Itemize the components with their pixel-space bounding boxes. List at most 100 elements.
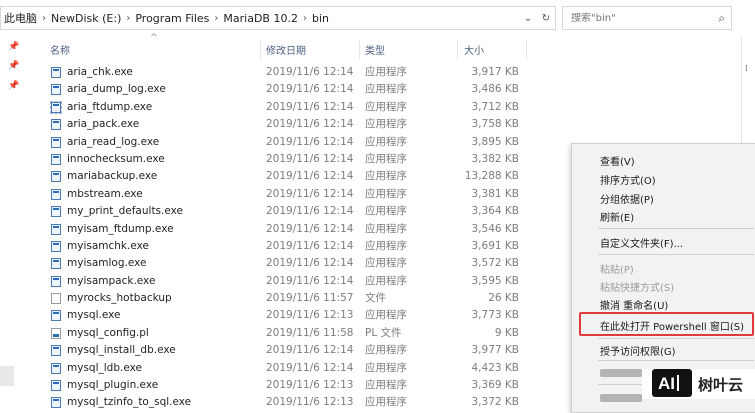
file-type: 应用程序 — [365, 344, 407, 357]
file-size: 3,977 KB — [471, 344, 520, 357]
chevron-right-icon[interactable]: › — [124, 13, 132, 24]
file-type: 应用程序 — [365, 170, 407, 183]
pin-icon[interactable]: 📌 — [8, 42, 19, 52]
address-bar[interactable]: 此电脑 › NewDisk (E:) › Program Files › Mar… — [0, 6, 556, 30]
file-row[interactable]: my_print_defaults.exe 2019/11/6 12:14 应用程序… — [46, 203, 566, 220]
chevron-right-icon[interactable]: › — [40, 13, 48, 24]
menu-item-refresh[interactable]: 刷新(E) — [600, 209, 634, 224]
file-row[interactable]: mysql_tzinfo_to_sql.exe 2019/11/6 12:13 应用… — [46, 394, 566, 411]
menu-item-group[interactable]: 分组依据(P) — [600, 191, 654, 206]
file-size: 3,381 KB — [471, 187, 520, 200]
file-row[interactable]: aria_pack.exe 2019/11/6 12:14 应用程序 3,758 KB — [46, 116, 566, 133]
file-row[interactable]: aria_ftdump.exe 2019/11/6 12:14 应用程序 3,712 … — [46, 99, 566, 116]
breadcrumb-mariadb[interactable]: MariaDB 10.2 — [220, 12, 301, 25]
file-date: 2019/11/6 12:14 — [266, 344, 354, 357]
menu-item-paste[interactable]: 粘贴(P) — [600, 261, 634, 276]
file-icon — [51, 293, 61, 305]
chevron-down-icon[interactable]: ⌄ — [519, 13, 537, 24]
column-divider[interactable] — [457, 40, 458, 60]
file-name: mysql_plugin.exe — [67, 379, 159, 392]
file-row[interactable]: myisampack.exe 2019/11/6 12:14 应用程序 3,595 K… — [46, 273, 566, 290]
application-file-icon — [51, 171, 61, 183]
column-divider[interactable] — [359, 40, 360, 60]
file-row[interactable]: aria_chk.exe 2019/11/6 12:14 应用程序 3,917 KB — [46, 64, 566, 81]
menu-item-sort[interactable]: 排序方式(O) — [600, 172, 656, 187]
search-box[interactable]: ⌕ — [562, 6, 732, 30]
application-file-icon — [51, 258, 61, 270]
menu-item-view[interactable]: 查看(V) — [600, 153, 635, 168]
file-name: my_print_defaults.exe — [67, 205, 183, 218]
file-date: 2019/11/6 11:58 — [266, 326, 354, 339]
file-row[interactable]: aria_read_log.exe 2019/11/6 12:14 应用程序 3,89… — [46, 134, 566, 151]
column-type[interactable]: 类型 — [365, 42, 385, 57]
menu-item-open-powershell[interactable]: 在此处打开 Powershell 窗口(S) — [600, 318, 744, 333]
file-name: mysql_config.pl — [67, 326, 149, 339]
breadcrumb-newdisk[interactable]: NewDisk (E:) — [48, 12, 124, 25]
file-size: 13,288 KB — [464, 170, 519, 183]
column-header: ^ 名称 修改日期 类型 大小 — [46, 33, 746, 62]
blurred-menu-item[interactable] — [600, 394, 642, 402]
blurred-menu-item[interactable] — [600, 369, 642, 377]
search-icon[interactable]: ⌕ — [718, 11, 725, 26]
application-file-icon — [51, 188, 61, 200]
file-row[interactable]: mysql_ldb.exe 2019/11/6 12:14 应用程序 4,423 KB — [46, 360, 566, 377]
file-size: 9 KB — [494, 326, 519, 339]
application-file-icon — [51, 345, 61, 357]
file-row[interactable]: myrocks_hotbackup 2019/11/6 11:57 文件 26 KB — [46, 290, 566, 307]
file-row[interactable]: mbstream.exe 2019/11/6 12:14 应用程序 3,381 KB — [46, 186, 566, 203]
file-type: 应用程序 — [365, 135, 407, 148]
column-divider[interactable] — [260, 40, 261, 60]
nav-selected-item[interactable] — [0, 366, 14, 386]
refresh-icon[interactable]: ↻ — [537, 13, 555, 24]
menu-item-grant-access[interactable]: 授予访问权限(G) — [600, 343, 676, 358]
menu-item-paste-shortcut[interactable]: 粘贴快捷方式(S) — [600, 279, 674, 294]
menu-separator — [598, 254, 754, 255]
search-input[interactable] — [571, 12, 701, 24]
application-file-icon — [51, 136, 61, 148]
file-row[interactable]: innochecksum.exe 2019/11/6 12:14 应用程序 3,382… — [46, 151, 566, 168]
breadcrumb-this-pc[interactable]: 此电脑 — [1, 10, 40, 26]
file-type: 应用程序 — [365, 309, 407, 322]
chevron-right-icon[interactable]: › — [212, 13, 220, 24]
file-row[interactable]: myisamlog.exe 2019/11/6 12:14 应用程序 3,572 KB — [46, 255, 566, 272]
column-divider[interactable] — [526, 40, 527, 60]
navigation-pane: 📌 📌 📌 — [0, 36, 40, 413]
application-file-icon — [51, 275, 61, 287]
file-row[interactable]: aria_dump_log.exe 2019/11/6 12:14 应用程序 3,48… — [46, 81, 566, 98]
file-size: 3,369 KB — [471, 379, 520, 392]
application-file-icon — [51, 310, 61, 322]
file-row[interactable]: myisamchk.exe 2019/11/6 12:14 应用程序 3,691 KB — [46, 238, 566, 255]
file-size: 3,382 KB — [471, 152, 520, 165]
file-size: 3,691 KB — [471, 239, 520, 252]
menu-item-undo-rename[interactable]: 撤消 重命名(U) — [600, 297, 668, 312]
menu-item-customize-folder[interactable]: 自定义文件夹(F)... — [600, 235, 683, 250]
file-name: mysql_ldb.exe — [67, 361, 142, 374]
file-size: 3,895 KB — [471, 135, 520, 148]
application-file-icon — [51, 380, 61, 392]
chevron-right-icon[interactable]: › — [301, 13, 309, 24]
file-row[interactable]: mysql_install_db.exe 2019/11/6 12:14 应用程序 3… — [46, 342, 566, 359]
more-options-icon[interactable]: ⁞ — [745, 64, 748, 74]
file-size: 3,917 KB — [471, 66, 520, 78]
file-row[interactable]: mysql_config.pl 2019/11/6 11:58 PL 文件 9 KB — [46, 325, 566, 342]
file-name: myisamlog.exe — [67, 257, 147, 270]
pin-icon[interactable]: 📌 — [8, 61, 19, 71]
file-row[interactable]: mariabackup.exe 2019/11/6 12:14 应用程序 13,288… — [46, 168, 566, 185]
column-size[interactable]: 大小 — [464, 42, 484, 57]
file-row[interactable]: myisam_ftdump.exe 2019/11/6 12:14 应用程序 3,54… — [46, 221, 566, 238]
menu-separator — [598, 338, 754, 339]
pin-icon[interactable]: 📌 — [8, 81, 19, 91]
column-name[interactable]: 名称 — [50, 42, 70, 57]
file-name: mysql.exe — [67, 309, 121, 322]
file-size: 3,773 KB — [471, 309, 520, 322]
file-name: myisam_ftdump.exe — [67, 222, 174, 235]
breadcrumb-bin[interactable]: bin — [309, 12, 332, 25]
file-row[interactable]: mysql.exe 2019/11/6 12:13 应用程序 3,773 KB — [46, 307, 566, 324]
svg-text:AI: AI — [658, 374, 675, 393]
breadcrumb-program-files[interactable]: Program Files — [132, 12, 212, 25]
column-date[interactable]: 修改日期 — [266, 42, 306, 57]
file-row[interactable]: mysql_plugin.exe 2019/11/6 12:13 应用程序 3,369… — [46, 377, 566, 394]
application-file-icon — [51, 206, 61, 218]
file-type: 应用程序 — [365, 361, 407, 374]
file-date: 2019/11/6 12:14 — [266, 239, 354, 252]
